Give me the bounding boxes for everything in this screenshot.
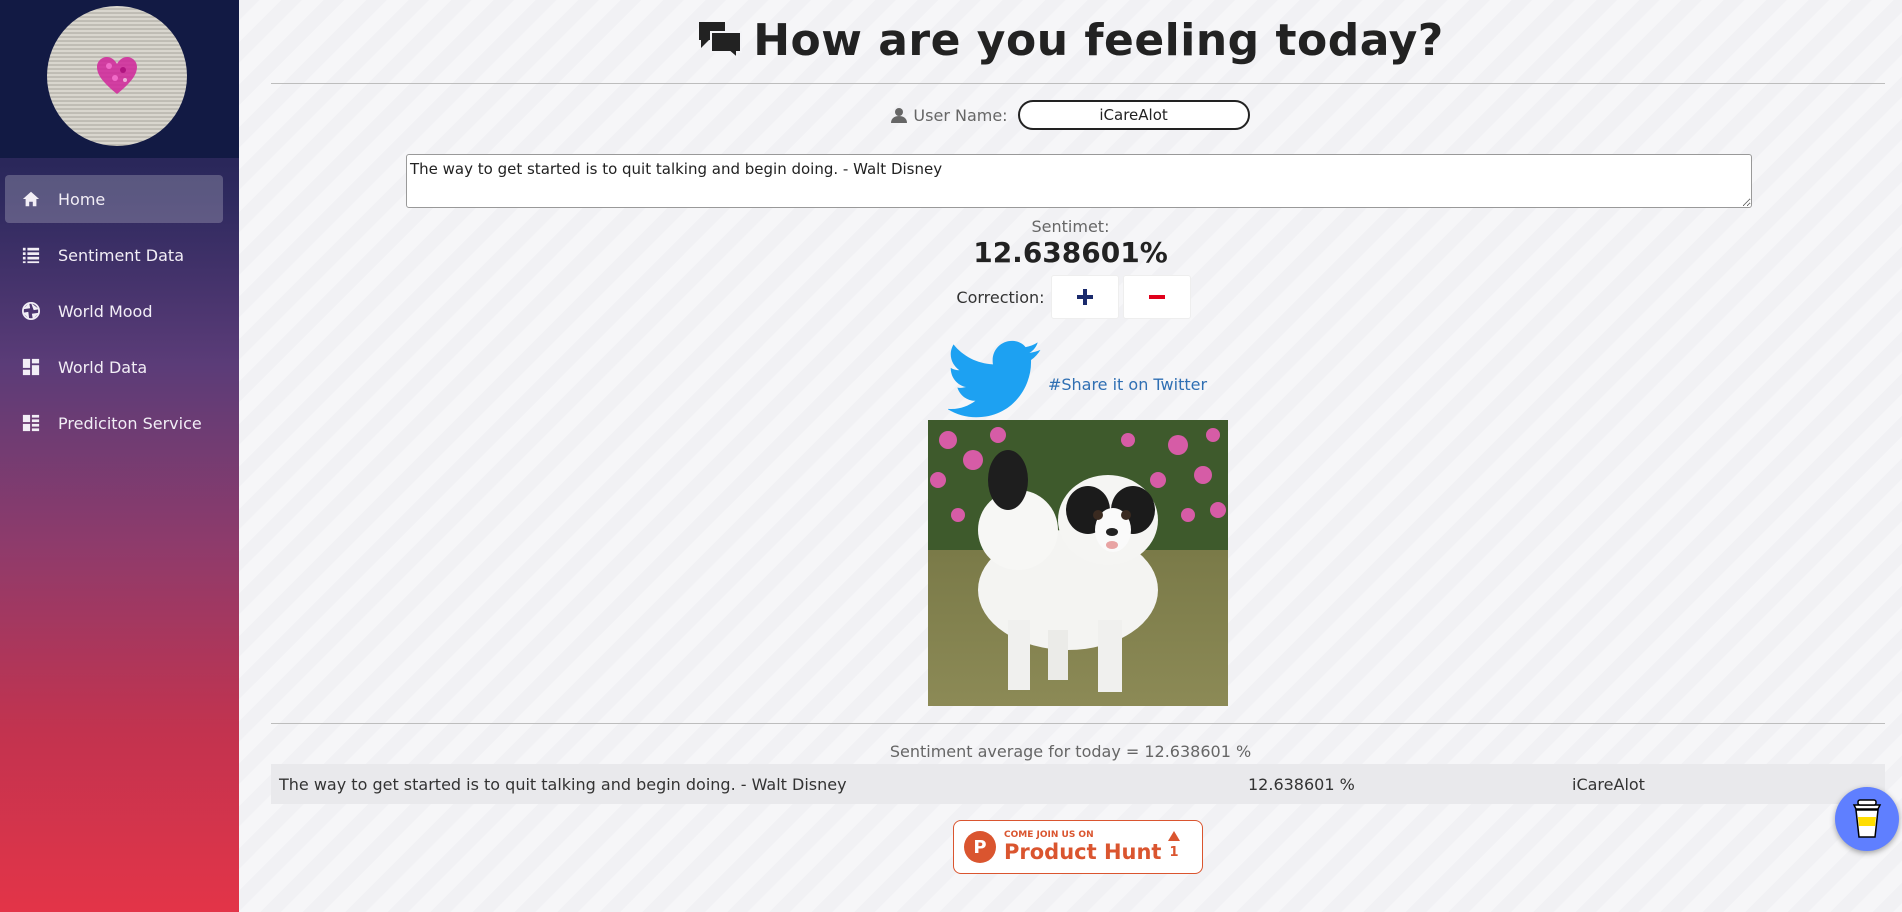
user-icon [891,108,908,123]
list-dashboard-icon [20,414,42,432]
sidebar-item-world-mood[interactable]: World Mood [5,287,223,335]
row-quote: The way to get started is to quit talkin… [279,774,847,794]
correction-plus-button[interactable] [1050,275,1119,319]
table-row: The way to get started is to quit talkin… [271,764,1885,804]
sidebar-item-label: World Data [58,357,148,377]
correction-row: Correction: [239,275,1902,319]
logo-area [0,0,239,158]
app-logo[interactable] [47,6,187,146]
sidebar-item-label: Sentiment Data [58,245,184,265]
coffee-cup-icon [1852,799,1882,838]
sidebar-item-world-data[interactable]: World Data [5,343,223,391]
user-name-label: User Name: [913,105,1008,125]
aperture-icon [20,302,42,320]
product-hunt-count: 1 [1169,845,1179,860]
sidebar-nav: Home Sentiment Data World Mood World Dat… [5,175,223,455]
comments-icon [699,22,743,60]
sidebar-item-label: World Mood [58,301,153,321]
sidebar: Home Sentiment Data World Mood World Dat… [0,0,239,912]
product-hunt-votes: 1 [1168,831,1180,860]
page-title: How are you feeling today? [753,14,1444,66]
row-user: iCareAlot [1572,774,1645,794]
sidebar-item-sentiment-data[interactable]: Sentiment Data [5,231,223,279]
product-hunt-logo-icon: P [964,831,996,863]
sidebar-item-home[interactable]: Home [5,175,223,223]
correction-minus-button[interactable] [1122,275,1191,319]
buy-me-a-coffee-button[interactable] [1835,787,1899,851]
header-divider [271,83,1885,84]
sentiment-value: 12.638601% [973,236,1168,269]
correction-label: Correction: [956,287,1045,307]
sentiment-label: Sentimet: [1031,217,1110,236]
twitter-bird-icon[interactable] [947,340,1042,420]
sentiment-average: Sentiment average for today = 12.638601 … [889,742,1252,761]
share-twitter-link[interactable]: #Share it on Twitter [1048,375,1207,394]
minus-icon [1148,295,1165,299]
user-name-input[interactable] [1017,100,1250,130]
content-divider [271,723,1885,724]
twitter-share-row: #Share it on Twitter [239,340,1902,420]
upvote-arrow-icon [1168,831,1180,841]
plus-icon [1076,289,1093,305]
home-icon [20,190,42,208]
user-name-row: User Name: [239,100,1902,130]
dog-image [928,420,1228,706]
sidebar-item-prediction-service[interactable]: Prediciton Service [5,399,223,447]
page-header: How are you feeling today? [239,10,1902,70]
product-hunt-small-text: COME JOIN US ON [1004,830,1094,840]
product-hunt-badge[interactable]: P COME JOIN US ON Product Hunt 1 [953,820,1203,874]
main-content: How are you feeling today? User Name: Th… [239,0,1902,912]
dashboard-icon [20,358,42,376]
row-sentiment: 12.638601 % [1248,774,1355,794]
quote-textarea[interactable]: The way to get started is to quit talkin… [406,154,1752,208]
sidebar-item-label: Home [58,189,106,209]
list-icon [20,246,42,264]
sidebar-item-label: Prediciton Service [58,413,202,433]
product-hunt-title: Product Hunt [1004,840,1162,864]
heart-logo-icon [97,57,137,94]
